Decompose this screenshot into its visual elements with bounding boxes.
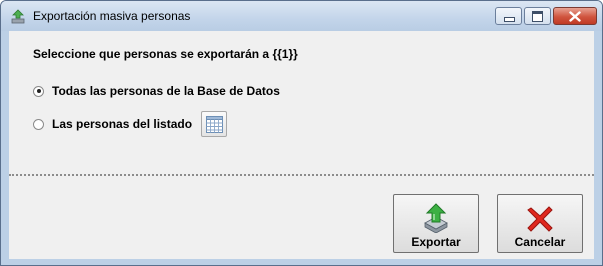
dotted-separator — [9, 174, 594, 176]
title-bar[interactable]: Exportación masiva personas — [1, 1, 602, 31]
close-button[interactable] — [553, 7, 597, 25]
dialog-window: Exportación masiva personas Seleccione q… — [0, 0, 603, 266]
option-all-persons[interactable]: Todas las personas de la Base de Datos — [33, 83, 280, 99]
maximize-button[interactable] — [524, 7, 551, 25]
export-app-icon — [10, 8, 26, 24]
grid-icon — [206, 116, 223, 133]
cancel-button-label: Cancelar — [514, 235, 566, 249]
radio-all-persons[interactable] — [33, 85, 44, 97]
cancel-x-icon — [527, 206, 553, 232]
option-all-persons-label: Todas las personas de la Base de Datos — [52, 84, 280, 98]
cancel-button[interactable]: Cancelar — [497, 194, 583, 253]
instruction-heading: Seleccione que personas se exportarán a … — [33, 47, 298, 61]
option-list-persons[interactable]: Las personas del listado — [33, 116, 192, 132]
radio-list-persons[interactable] — [33, 118, 44, 130]
option-list-persons-label: Las personas del listado — [52, 117, 193, 131]
select-list-button[interactable] — [201, 111, 227, 137]
export-button-label: Exportar — [411, 235, 461, 249]
minimize-button[interactable] — [495, 7, 522, 25]
export-button[interactable]: Exportar — [393, 194, 479, 253]
window-title: Exportación masiva personas — [33, 9, 191, 23]
export-icon — [424, 203, 448, 233]
close-icon — [569, 11, 581, 22]
dialog-content: Seleccione que personas se exportarán a … — [9, 31, 594, 259]
